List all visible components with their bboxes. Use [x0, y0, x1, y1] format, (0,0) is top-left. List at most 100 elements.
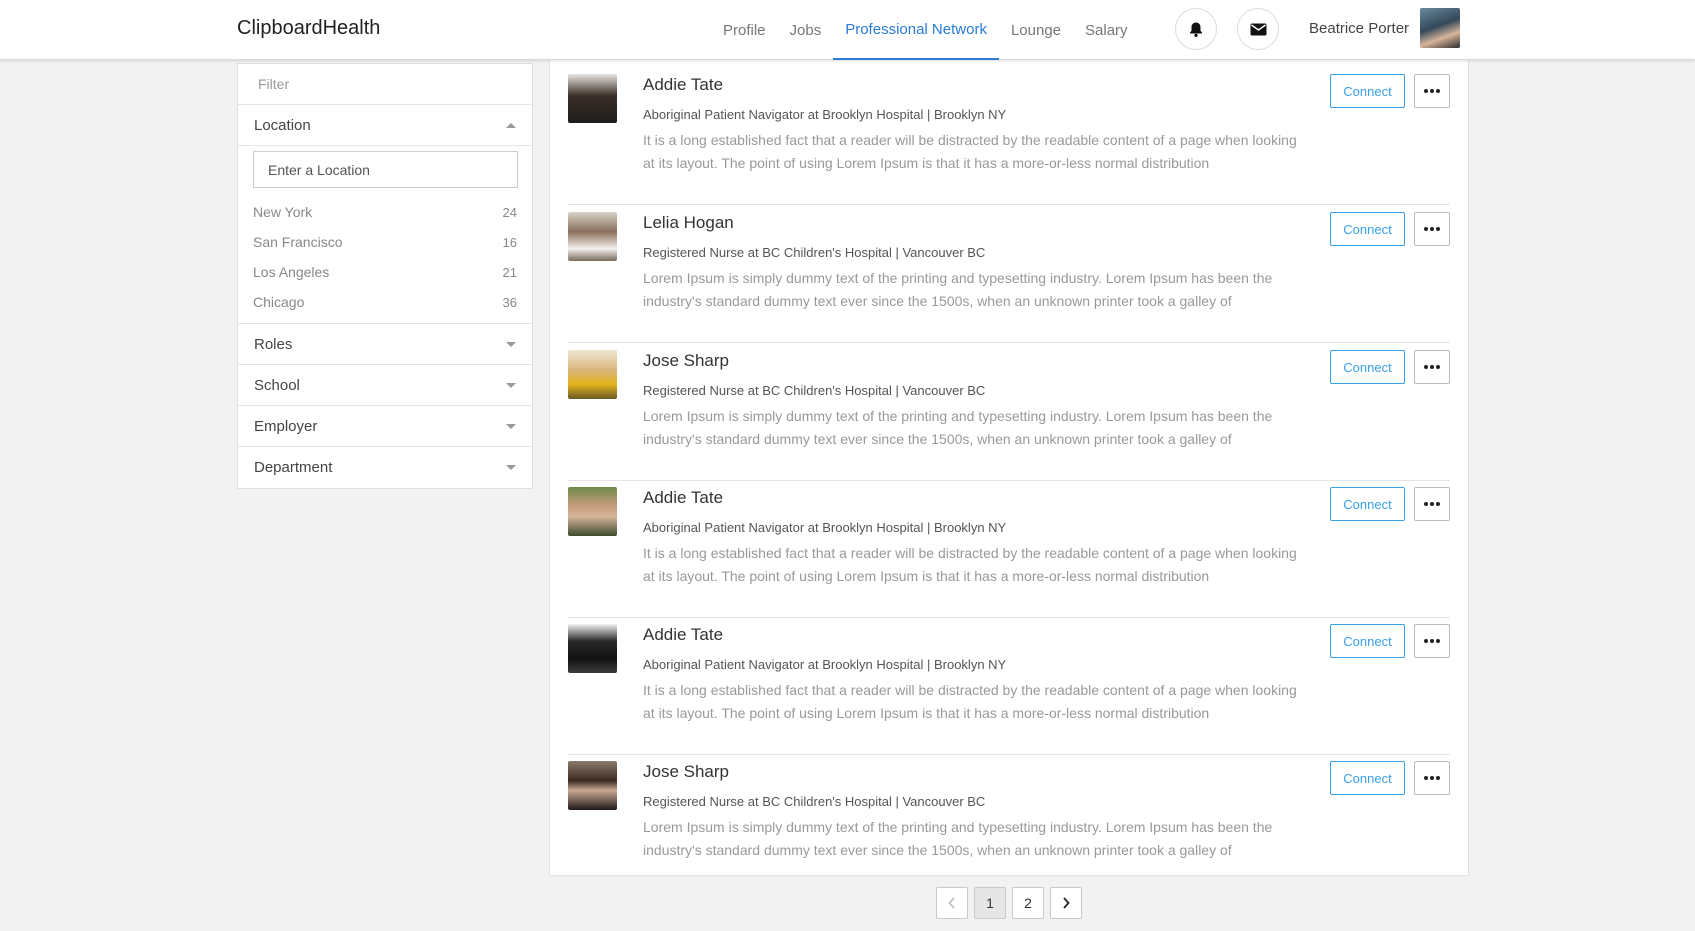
person-bio: Lorem Ipsum is simply dummy text of the … — [643, 270, 1273, 309]
messages-button[interactable] — [1237, 8, 1279, 50]
location-item[interactable]: San Francisco 16 — [253, 227, 517, 257]
person-card: Jose Sharp Registered Nurse at BC Childr… — [568, 343, 1450, 481]
chevron-down-icon — [506, 423, 516, 429]
page-2-button[interactable]: 2 — [1012, 887, 1044, 919]
person-card: Jose Sharp Registered Nurse at BC Childr… — [568, 754, 1450, 892]
location-name: Los Angeles — [253, 264, 330, 280]
location-list: New York 24 San Francisco 16 Los Angeles… — [253, 197, 517, 317]
connect-button[interactable]: Connect — [1330, 212, 1405, 246]
more-icon — [1424, 89, 1440, 93]
pagination: 1 2 — [936, 887, 1082, 919]
nav-profile[interactable]: Profile — [711, 0, 778, 60]
school-section-toggle[interactable]: School — [238, 365, 532, 406]
person-role: Aboriginal Patient Navigator at Brooklyn… — [643, 657, 1007, 672]
more-icon — [1424, 502, 1440, 506]
page-1-button[interactable]: 1 — [974, 887, 1006, 919]
chevron-down-icon — [506, 382, 516, 388]
roles-section-toggle[interactable]: Roles — [238, 324, 532, 365]
school-section-label: School — [254, 376, 300, 394]
more-options-button[interactable] — [1414, 487, 1450, 521]
location-item[interactable]: New York 24 — [253, 197, 517, 227]
nav-professional-network[interactable]: Professional Network — [833, 0, 999, 60]
location-count: 21 — [502, 264, 517, 280]
department-section-label: Department — [254, 459, 333, 476]
user-avatar[interactable] — [1420, 8, 1460, 48]
location-input[interactable] — [253, 151, 518, 188]
person-avatar[interactable] — [568, 350, 617, 399]
location-name: Chicago — [253, 294, 305, 310]
nav-salary[interactable]: Salary — [1073, 0, 1140, 60]
person-avatar[interactable] — [568, 487, 617, 536]
prev-page-button[interactable] — [936, 887, 968, 919]
employer-section-label: Employer — [254, 417, 318, 435]
person-bio: It is a long established fact that a rea… — [643, 132, 1297, 171]
person-bio: It is a long established fact that a rea… — [643, 682, 1297, 721]
person-card: Lelia Hogan Registered Nurse at BC Child… — [568, 205, 1450, 343]
nav-lounge[interactable]: Lounge — [999, 0, 1073, 60]
chevron-down-icon — [506, 341, 516, 347]
filter-input[interactable] — [258, 76, 512, 92]
next-page-button[interactable] — [1050, 887, 1082, 919]
person-role: Registered Nurse at BC Children's Hospit… — [643, 383, 986, 398]
employer-section-toggle[interactable]: Employer — [238, 406, 532, 447]
location-name: New York — [253, 204, 313, 220]
more-icon — [1424, 776, 1440, 780]
location-item[interactable]: Chicago 36 — [253, 287, 517, 317]
nav-jobs[interactable]: Jobs — [778, 0, 834, 60]
location-count: 36 — [502, 294, 517, 310]
person-bio: Lorem Ipsum is simply dummy text of the … — [643, 819, 1273, 858]
connect-button[interactable]: Connect — [1330, 487, 1405, 521]
chevron-left-icon — [948, 897, 955, 909]
filter-row — [238, 64, 532, 105]
person-name[interactable]: Addie Tate — [643, 625, 723, 645]
more-options-button[interactable] — [1414, 761, 1450, 795]
more-options-button[interactable] — [1414, 74, 1450, 108]
person-avatar[interactable] — [568, 212, 617, 261]
main-nav: Profile Jobs Professional Network Lounge… — [711, 0, 1140, 60]
location-name: San Francisco — [253, 234, 343, 250]
bell-icon — [1190, 22, 1202, 37]
connect-button[interactable]: Connect — [1330, 350, 1405, 384]
chevron-right-icon — [1063, 897, 1070, 909]
person-name[interactable]: Lelia Hogan — [643, 213, 734, 233]
person-card: Addie Tate Aboriginal Patient Navigator … — [568, 67, 1450, 205]
more-icon — [1424, 639, 1440, 643]
person-name[interactable]: Addie Tate — [643, 488, 723, 508]
location-item[interactable]: Los Angeles 21 — [253, 257, 517, 287]
roles-section-label: Roles — [254, 335, 293, 353]
person-name[interactable]: Jose Sharp — [643, 762, 729, 782]
location-section-toggle[interactable]: Location — [238, 105, 532, 146]
person-avatar[interactable] — [568, 624, 617, 673]
person-role: Aboriginal Patient Navigator at Brooklyn… — [643, 520, 1007, 535]
person-name[interactable]: Jose Sharp — [643, 351, 729, 371]
user-name[interactable]: Beatrice Porter — [1309, 20, 1409, 37]
person-role: Aboriginal Patient Navigator at Brooklyn… — [643, 107, 1007, 122]
people-list: Addie Tate Aboriginal Patient Navigator … — [549, 60, 1469, 876]
connect-button[interactable]: Connect — [1330, 74, 1405, 108]
more-options-button[interactable] — [1414, 624, 1450, 658]
person-card: Addie Tate Aboriginal Patient Navigator … — [568, 480, 1450, 618]
department-section-toggle[interactable]: Department — [238, 447, 532, 488]
more-options-button[interactable] — [1414, 350, 1450, 384]
location-count: 16 — [502, 234, 517, 250]
brand-logo[interactable]: ClipboardHealth — [237, 17, 380, 40]
person-card: Addie Tate Aboriginal Patient Navigator … — [568, 617, 1450, 755]
connect-button[interactable]: Connect — [1330, 761, 1405, 795]
location-panel: New York 24 San Francisco 16 Los Angeles… — [238, 146, 532, 324]
notifications-button[interactable] — [1175, 8, 1217, 50]
person-bio: Lorem Ipsum is simply dummy text of the … — [643, 408, 1273, 447]
location-section-label: Location — [254, 116, 311, 134]
person-avatar[interactable] — [568, 74, 617, 123]
person-bio: It is a long established fact that a rea… — [643, 545, 1297, 584]
mail-icon — [1250, 23, 1266, 35]
person-name[interactable]: Addie Tate — [643, 75, 723, 95]
chevron-up-icon — [506, 122, 516, 128]
person-role: Registered Nurse at BC Children's Hospit… — [643, 794, 986, 809]
connect-button[interactable]: Connect — [1330, 624, 1405, 658]
person-avatar[interactable] — [568, 761, 617, 810]
more-icon — [1424, 365, 1440, 369]
more-icon — [1424, 227, 1440, 231]
filter-sidebar: Location New York 24 San Francisco 16 Lo… — [237, 63, 533, 489]
more-options-button[interactable] — [1414, 212, 1450, 246]
location-count: 24 — [502, 204, 517, 220]
